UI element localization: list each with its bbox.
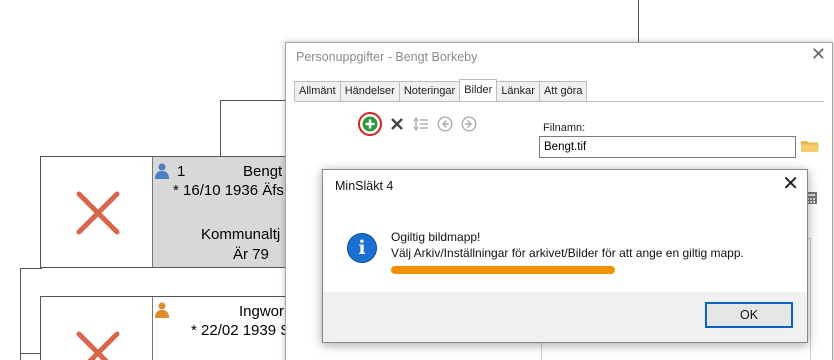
tree-line <box>638 0 639 44</box>
no-photo-cross-icon <box>76 191 120 235</box>
move-left-button[interactable] <box>436 115 454 133</box>
person-card[interactable]: 1 Bengt * 16/10 1936 Äfs Kommunaltj Är 7… <box>40 156 290 268</box>
photo-placeholder <box>41 157 153 267</box>
person-name: Bengt <box>243 163 283 180</box>
window-title: Personuppgifter - Bengt Borkeby <box>296 50 478 64</box>
tab-noteringar[interactable]: Noteringar <box>398 81 461 101</box>
female-person-icon <box>155 302 169 318</box>
birth-info: * 22/02 1939 S <box>191 322 290 339</box>
tree-line <box>20 353 42 354</box>
error-heading: Ogiltig bildmapp! <box>391 230 481 244</box>
image-toolbar <box>358 112 478 136</box>
male-person-icon <box>155 163 169 179</box>
person-info: Ingwor * 22/02 1939 S <box>153 297 289 360</box>
folder-icon[interactable] <box>801 139 819 153</box>
dialog-title: MinSläkt 4 <box>335 179 394 193</box>
tab-divider <box>294 101 824 102</box>
tab-bar: Allmänt Händelser Noteringar Bilder Länk… <box>294 79 588 101</box>
tree-line <box>220 100 286 101</box>
delete-image-button[interactable] <box>388 115 406 133</box>
message-dialog: MinSläkt 4 ✕ i Ogiltig bildmapp! Välj Ar… <box>322 169 808 343</box>
person-info: 1 Bengt * 16/10 1936 Äfs Kommunaltj Är 7… <box>153 157 289 267</box>
delete-cross-icon <box>391 118 403 130</box>
tree-line <box>20 268 21 360</box>
tree-line <box>20 268 42 269</box>
highlight-annotation <box>391 266 615 274</box>
tree-line <box>220 100 221 156</box>
dialog-body: i Ogiltig bildmapp! Välj Arkiv/Inställni… <box>323 206 807 294</box>
person-card[interactable]: Ingwor * 22/02 1939 S <box>40 296 290 360</box>
error-message: Välj Arkiv/Inställningar för arkivet/Bil… <box>391 246 744 260</box>
age: Är 79 <box>233 246 269 263</box>
sort-button[interactable] <box>412 115 430 133</box>
info-icon: i <box>347 233 377 263</box>
occupation: Kommunaltj <box>201 226 281 243</box>
close-icon[interactable]: ✕ <box>811 45 826 63</box>
ok-button[interactable]: OK <box>705 302 793 328</box>
tab-bilder[interactable]: Bilder <box>459 79 498 101</box>
filename-input[interactable] <box>539 136 796 158</box>
person-name: Ingwor <box>239 303 285 320</box>
arrow-left-circle-icon <box>437 116 453 132</box>
arrow-right-circle-icon <box>461 116 477 132</box>
no-photo-cross-icon <box>76 331 120 360</box>
person-number: 1 <box>177 163 186 180</box>
move-right-button[interactable] <box>460 115 478 133</box>
tab-handelser[interactable]: Händelser <box>339 81 400 101</box>
dialog-footer: OK <box>323 292 807 342</box>
plus-icon <box>362 116 378 132</box>
tab-allmant[interactable]: Allmänt <box>294 81 341 101</box>
tab-lankar[interactable]: Länkar <box>496 81 540 101</box>
tab-att-gora[interactable]: Att göra <box>538 81 588 101</box>
add-image-button[interactable] <box>358 112 382 136</box>
birth-info: * 16/10 1936 Äfs <box>173 182 284 199</box>
close-icon[interactable]: ✕ <box>782 174 799 194</box>
filename-label: Filnamn: <box>543 122 586 134</box>
sort-list-icon <box>413 117 428 131</box>
photo-placeholder <box>41 297 153 360</box>
